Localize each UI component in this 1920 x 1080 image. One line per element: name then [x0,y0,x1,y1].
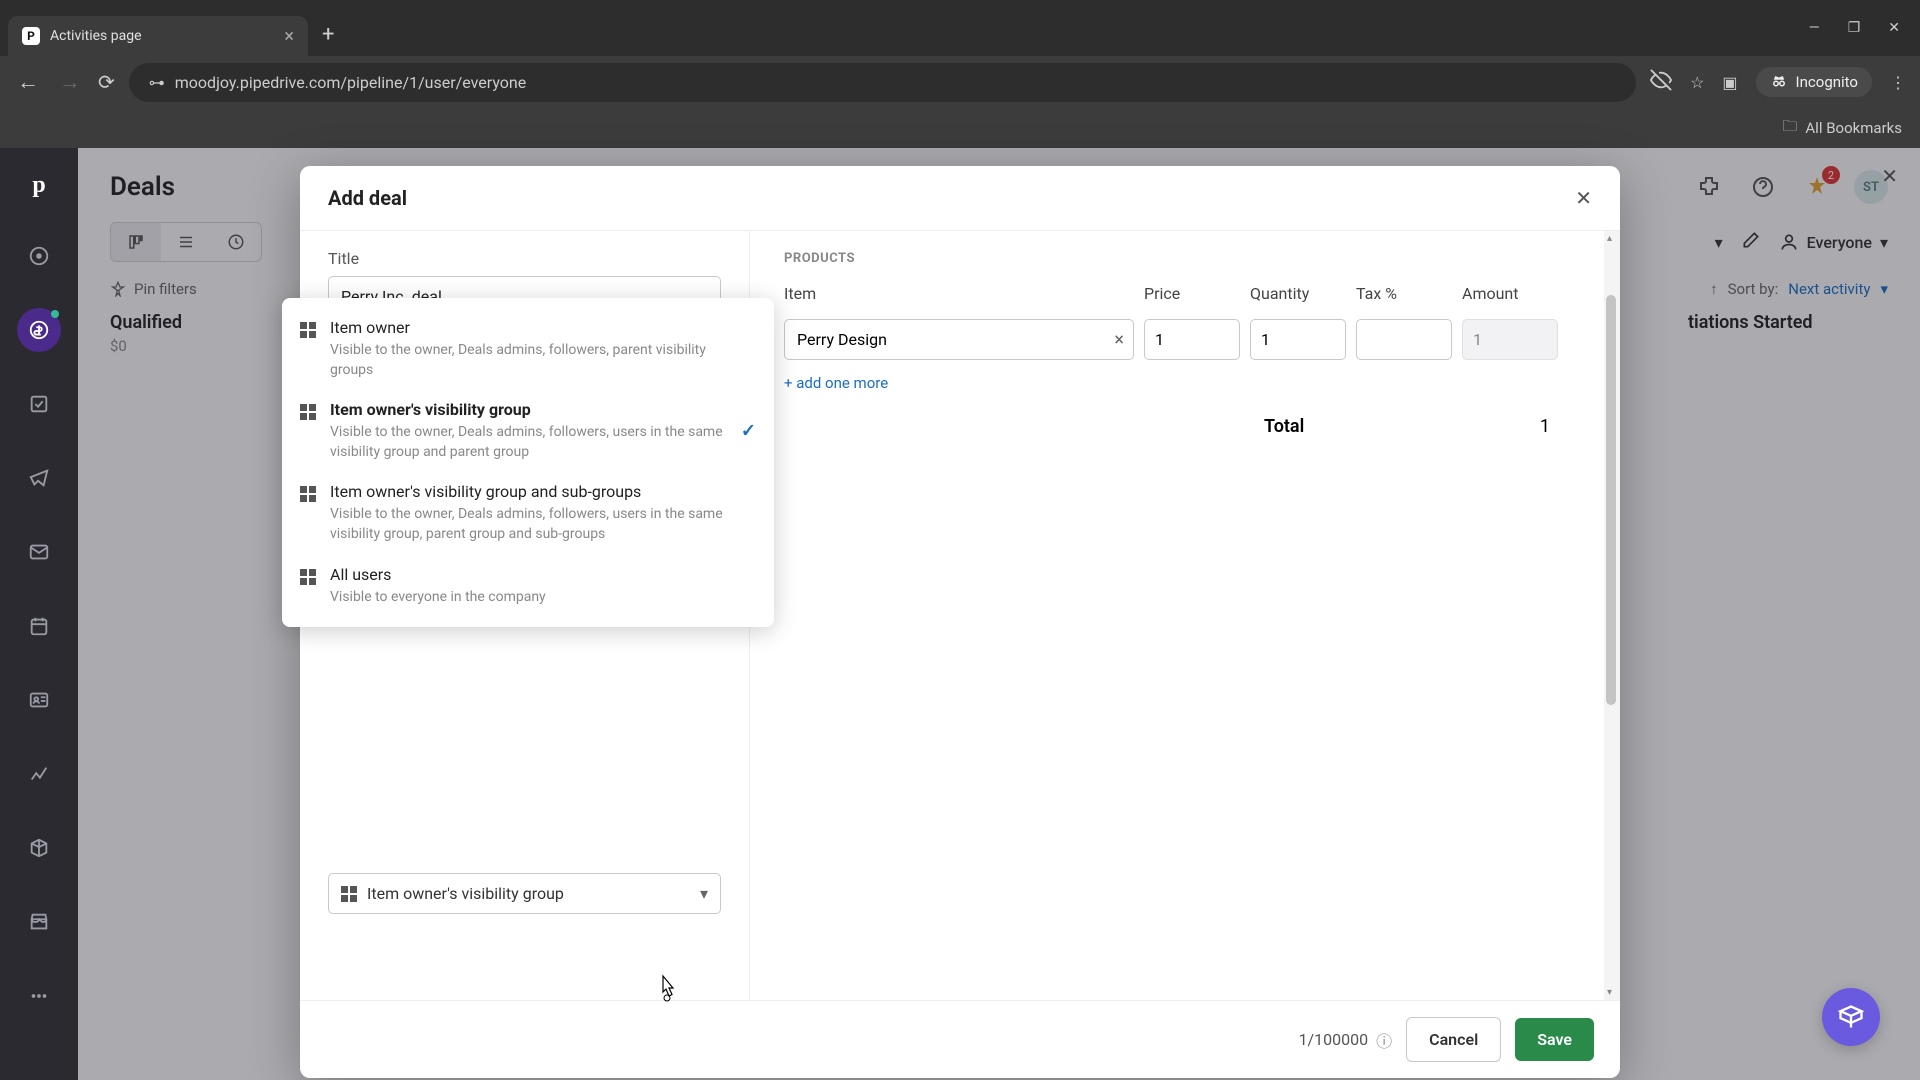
sidebar-item-campaigns[interactable] [17,456,61,500]
products-section-label: PRODUCTS [784,251,1570,266]
col-item: Item [784,284,1134,309]
tab-close-icon[interactable]: × [284,26,294,47]
folder-icon: 🗀 [1782,116,1797,141]
deal-counter: 1/100000 ⓘ [1299,1028,1393,1052]
browser-tab[interactable]: P Activities page × [8,16,308,56]
visibility-option-owners-group-and-sub[interactable]: Item owner's visibility group and sub-gr… [282,472,774,554]
sidebar-item-activities[interactable] [17,382,61,426]
sidebar-dot-icon [51,310,59,318]
save-button[interactable]: Save [1515,1018,1594,1061]
visibility-option-owners-group[interactable]: Item owner's visibility group Visible to… [282,390,774,472]
option-title: All users [330,565,756,584]
minimize-button[interactable]: — [1809,20,1820,36]
reload-button[interactable]: ⟳ [98,70,115,94]
all-bookmarks-label: All Bookmarks [1805,119,1902,137]
amount-input [1462,319,1558,360]
total-value: 1 [1540,416,1550,437]
sidebar-item-more[interactable] [17,974,61,1018]
visibility-option-all-users[interactable]: All users Visible to everyone in the com… [282,555,774,618]
quantity-input[interactable] [1250,319,1346,360]
close-window-button[interactable]: ✕ [1888,20,1900,36]
tab-title: Activities page [50,28,142,44]
sidebar-item-insights[interactable] [17,752,61,796]
new-tab-button[interactable]: + [322,22,334,47]
maximize-button[interactable]: ❐ [1848,20,1861,36]
col-quantity: Quantity [1250,284,1346,309]
price-input[interactable] [1144,319,1240,360]
tax-input[interactable] [1356,319,1452,360]
incognito-badge[interactable]: Incognito [1756,67,1872,97]
sidebar-item-focus[interactable] [17,234,61,278]
product-item-input[interactable] [784,319,1134,360]
option-desc: Visible to everyone in the company [330,588,756,608]
sidebar-item-marketplace[interactable] [17,900,61,944]
app-logo[interactable]: p [20,166,58,204]
url-text: moodjoy.pipedrive.com/pipeline/1/user/ev… [175,73,526,92]
visibility-select[interactable]: Item owner's visibility group ▾ [328,873,721,914]
browser-tab-strip: P Activities page × + — ❐ ✕ [0,0,1920,56]
all-bookmarks-button[interactable]: 🗀 All Bookmarks [1782,116,1902,141]
col-amount: Amount [1462,284,1558,309]
visibility-off-icon[interactable] [1650,69,1672,95]
back-button[interactable]: ← [14,69,42,95]
bookmarks-bar: 🗀 All Bookmarks [0,108,1920,148]
option-desc: Visible to the owner, Deals admins, foll… [330,341,756,380]
scroll-thumb[interactable] [1606,295,1616,705]
option-title: Item owner [330,318,756,337]
left-sidebar: p [0,148,78,1080]
browser-toolbar: ← → ⟳ ⊶ moodjoy.pipedrive.com/pipeline/1… [0,56,1920,108]
grid-icon [341,886,357,902]
scroll-up-icon[interactable]: ▴ [1607,233,1612,244]
browser-menu-icon[interactable]: ⋮ [1890,73,1906,92]
visibility-option-item-owner[interactable]: Item owner Visible to the owner, Deals a… [282,308,774,390]
modal-scrollbar[interactable]: ▴ ▾ [1604,231,1620,1000]
option-desc: Visible to the owner, Deals admins, foll… [330,423,756,462]
modal-title: Add deal [328,186,407,210]
url-bar[interactable]: ⊶ moodjoy.pipedrive.com/pipeline/1/user/… [129,63,1636,102]
check-icon: ✓ [741,421,756,442]
incognito-label: Incognito [1796,73,1858,91]
option-desc: Visible to the owner, Deals admins, foll… [330,505,756,544]
sidebar-item-deals[interactable] [17,308,61,352]
side-panel-icon[interactable]: ▣ [1722,73,1737,92]
grid-icon [300,404,316,420]
visibility-select-value: Item owner's visibility group [367,884,564,903]
col-price: Price [1144,284,1240,309]
title-field-label: Title [328,249,721,268]
clear-item-icon[interactable]: × [1114,329,1124,350]
total-label: Total [1264,416,1304,437]
help-fab[interactable] [1822,988,1880,1046]
add-one-more-link[interactable]: + add one more [784,374,1570,392]
chevron-down-icon: ▾ [700,884,708,903]
sidebar-item-contacts[interactable] [17,678,61,722]
option-title: Item owner's visibility group and sub-gr… [330,482,756,501]
modal-right-panel: PRODUCTS Item Price Quantity Tax % Amoun… [750,231,1604,1000]
visibility-dropdown: Item owner Visible to the owner, Deals a… [282,298,774,627]
sidebar-item-calendar[interactable] [17,604,61,648]
sidebar-item-mail[interactable] [17,530,61,574]
option-title: Item owner's visibility group [330,400,756,419]
product-item-cell: × [784,319,1134,360]
modal-close-icon[interactable]: ✕ [1575,186,1592,210]
window-controls: — ❐ ✕ [1809,20,1912,36]
forward-button[interactable]: → [56,69,84,95]
grid-icon [300,569,316,585]
tab-favicon: P [22,27,40,45]
scroll-down-icon[interactable]: ▾ [1607,987,1612,998]
grid-icon [300,322,316,338]
sidebar-item-products[interactable] [17,826,61,870]
info-icon[interactable]: ⓘ [1376,1028,1392,1052]
site-info-icon[interactable]: ⊶ [149,73,165,92]
bookmark-star-icon[interactable]: ☆ [1690,73,1704,92]
grid-icon [300,486,316,502]
col-tax: Tax % [1356,284,1452,309]
cancel-button[interactable]: Cancel [1406,1017,1501,1062]
